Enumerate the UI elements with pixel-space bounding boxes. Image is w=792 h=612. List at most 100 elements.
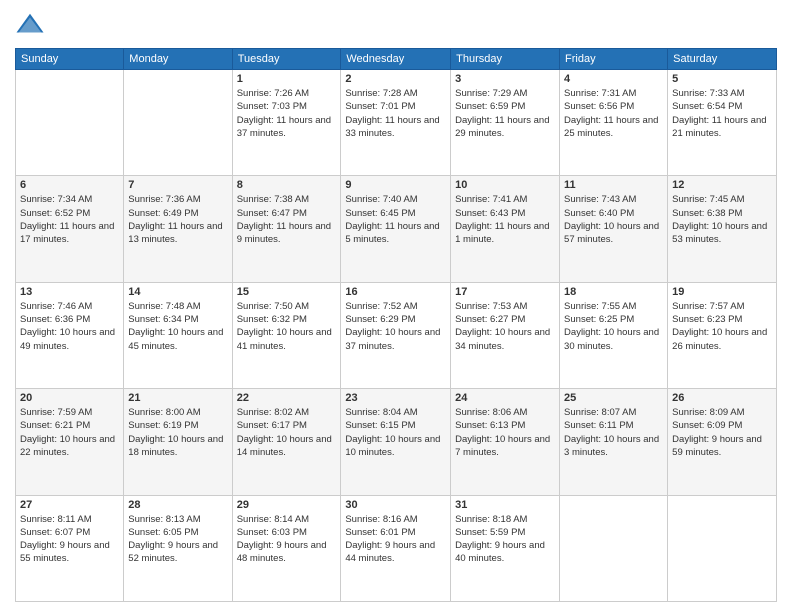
day-number: 4 [564,73,663,85]
day-number: 21 [128,392,227,404]
day-info: Sunrise: 7:29 AM Sunset: 6:59 PM Dayligh… [455,87,555,140]
day-info: Sunrise: 8:07 AM Sunset: 6:11 PM Dayligh… [564,406,663,459]
day-info: Sunrise: 7:57 AM Sunset: 6:23 PM Dayligh… [672,300,772,353]
day-info: Sunrise: 8:13 AM Sunset: 6:05 PM Dayligh… [128,513,227,566]
day-info: Sunrise: 7:31 AM Sunset: 6:56 PM Dayligh… [564,87,663,140]
day-number: 27 [20,499,119,511]
calendar-cell: 4 Sunrise: 7:31 AM Sunset: 6:56 PM Daylig… [560,70,668,176]
day-number: 17 [455,286,555,298]
day-number: 10 [455,179,555,191]
calendar-week-row: 1 Sunrise: 7:26 AM Sunset: 7:03 PM Daylig… [16,70,777,176]
calendar-cell: 23 Sunrise: 8:04 AM Sunset: 6:15 PM Dayli… [341,389,451,495]
day-number: 6 [20,179,119,191]
day-number: 11 [564,179,663,191]
calendar-cell [560,495,668,601]
calendar-cell: 22Sunrise: 8:02 AM Sunset: 6:17 PM Dayli… [232,389,341,495]
calendar-cell: 2 Sunrise: 7:28 AM Sunset: 7:01 PM Daylig… [341,70,451,176]
day-info: Sunrise: 7:50 AM Sunset: 6:32 PM Dayligh… [237,300,337,353]
day-number: 25 [564,392,663,404]
day-number: 22 [237,392,337,404]
day-number: 12 [672,179,772,191]
calendar-cell: 12Sunrise: 7:45 AM Sunset: 6:38 PM Dayli… [668,176,777,282]
calendar-cell: 29 Sunrise: 8:14 AM Sunset: 6:03 PM Dayli… [232,495,341,601]
day-number: 2 [345,73,446,85]
calendar-cell: 19 Sunrise: 7:57 AM Sunset: 6:23 PM Dayli… [668,282,777,388]
day-number: 5 [672,73,772,85]
calendar-header-row: SundayMondayTuesdayWednesdayThursdayFrid… [16,49,777,70]
day-info: Sunrise: 7:59 AM Sunset: 6:21 PM Dayligh… [20,406,119,459]
day-of-week-header: Wednesday [341,49,451,70]
day-number: 3 [455,73,555,85]
day-number: 16 [345,286,446,298]
day-info: Sunrise: 8:04 AM Sunset: 6:15 PM Dayligh… [345,406,446,459]
day-number: 8 [237,179,337,191]
calendar-cell: 15 Sunrise: 7:50 AM Sunset: 6:32 PM Dayli… [232,282,341,388]
day-info: Sunrise: 7:28 AM Sunset: 7:01 PM Dayligh… [345,87,446,140]
day-info: Sunrise: 7:53 AM Sunset: 6:27 PM Dayligh… [455,300,555,353]
day-info: Sunrise: 8:14 AM Sunset: 6:03 PM Dayligh… [237,513,337,566]
calendar-cell [16,70,124,176]
calendar-cell: 17 Sunrise: 7:53 AM Sunset: 6:27 PM Dayli… [451,282,560,388]
day-number: 15 [237,286,337,298]
day-number: 1 [237,73,337,85]
calendar-cell: 7Sunrise: 7:36 AM Sunset: 6:49 PM Daylig… [124,176,232,282]
logo [15,10,49,40]
day-info: Sunrise: 8:06 AM Sunset: 6:13 PM Dayligh… [455,406,555,459]
calendar-cell: 24Sunrise: 8:06 AM Sunset: 6:13 PM Dayli… [451,389,560,495]
calendar-cell: 20 Sunrise: 7:59 AM Sunset: 6:21 PM Dayli… [16,389,124,495]
day-number: 30 [345,499,446,511]
calendar-cell: 31 Sunrise: 8:18 AM Sunset: 5:59 PM Dayli… [451,495,560,601]
calendar-cell: 16 Sunrise: 7:52 AM Sunset: 6:29 PM Dayli… [341,282,451,388]
day-info: Sunrise: 7:34 AM Sunset: 6:52 PM Dayligh… [20,193,119,246]
day-info: Sunrise: 8:00 AM Sunset: 6:19 PM Dayligh… [128,406,227,459]
day-info: Sunrise: 8:18 AM Sunset: 5:59 PM Dayligh… [455,513,555,566]
day-info: Sunrise: 7:40 AM Sunset: 6:45 PM Dayligh… [345,193,446,246]
day-number: 26 [672,392,772,404]
day-number: 18 [564,286,663,298]
day-of-week-header: Friday [560,49,668,70]
day-number: 23 [345,392,446,404]
calendar-cell: 6 Sunrise: 7:34 AM Sunset: 6:52 PM Daylig… [16,176,124,282]
calendar-week-row: 27Sunrise: 8:11 AM Sunset: 6:07 PM Dayli… [16,495,777,601]
calendar-cell: 10 Sunrise: 7:41 AM Sunset: 6:43 PM Dayli… [451,176,560,282]
calendar-cell: 3 Sunrise: 7:29 AM Sunset: 6:59 PM Daylig… [451,70,560,176]
calendar-week-row: 13 Sunrise: 7:46 AM Sunset: 6:36 PM Dayli… [16,282,777,388]
day-of-week-header: Tuesday [232,49,341,70]
calendar-table: SundayMondayTuesdayWednesdayThursdayFrid… [15,48,777,602]
calendar-cell: 26 Sunrise: 8:09 AM Sunset: 6:09 PM Dayli… [668,389,777,495]
day-number: 13 [20,286,119,298]
page: SundayMondayTuesdayWednesdayThursdayFrid… [0,0,792,612]
day-number: 19 [672,286,772,298]
day-info: Sunrise: 7:41 AM Sunset: 6:43 PM Dayligh… [455,193,555,246]
day-number: 31 [455,499,555,511]
logo-icon [15,10,45,40]
calendar-cell: 5Sunrise: 7:33 AM Sunset: 6:54 PM Daylig… [668,70,777,176]
day-number: 29 [237,499,337,511]
calendar-cell: 8 Sunrise: 7:38 AM Sunset: 6:47 PM Daylig… [232,176,341,282]
day-info: Sunrise: 8:16 AM Sunset: 6:01 PM Dayligh… [345,513,446,566]
day-info: Sunrise: 7:26 AM Sunset: 7:03 PM Dayligh… [237,87,337,140]
calendar-cell: 14 Sunrise: 7:48 AM Sunset: 6:34 PM Dayli… [124,282,232,388]
day-number: 14 [128,286,227,298]
day-of-week-header: Saturday [668,49,777,70]
calendar-cell: 13 Sunrise: 7:46 AM Sunset: 6:36 PM Dayli… [16,282,124,388]
day-of-week-header: Monday [124,49,232,70]
calendar-cell: 30 Sunrise: 8:16 AM Sunset: 6:01 PM Dayli… [341,495,451,601]
day-number: 20 [20,392,119,404]
day-info: Sunrise: 7:52 AM Sunset: 6:29 PM Dayligh… [345,300,446,353]
calendar-cell [668,495,777,601]
calendar-cell [124,70,232,176]
calendar-cell: 28Sunrise: 8:13 AM Sunset: 6:05 PM Dayli… [124,495,232,601]
day-info: Sunrise: 7:38 AM Sunset: 6:47 PM Dayligh… [237,193,337,246]
day-number: 7 [128,179,227,191]
day-of-week-header: Sunday [16,49,124,70]
day-info: Sunrise: 8:09 AM Sunset: 6:09 PM Dayligh… [672,406,772,459]
day-info: Sunrise: 7:46 AM Sunset: 6:36 PM Dayligh… [20,300,119,353]
calendar-cell: 25 Sunrise: 8:07 AM Sunset: 6:11 PM Dayli… [560,389,668,495]
calendar-cell: 18Sunrise: 7:55 AM Sunset: 6:25 PM Dayli… [560,282,668,388]
day-info: Sunrise: 7:48 AM Sunset: 6:34 PM Dayligh… [128,300,227,353]
header [15,10,777,40]
calendar-cell: 21 Sunrise: 8:00 AM Sunset: 6:19 PM Dayli… [124,389,232,495]
calendar-week-row: 20 Sunrise: 7:59 AM Sunset: 6:21 PM Dayli… [16,389,777,495]
day-info: Sunrise: 7:43 AM Sunset: 6:40 PM Dayligh… [564,193,663,246]
